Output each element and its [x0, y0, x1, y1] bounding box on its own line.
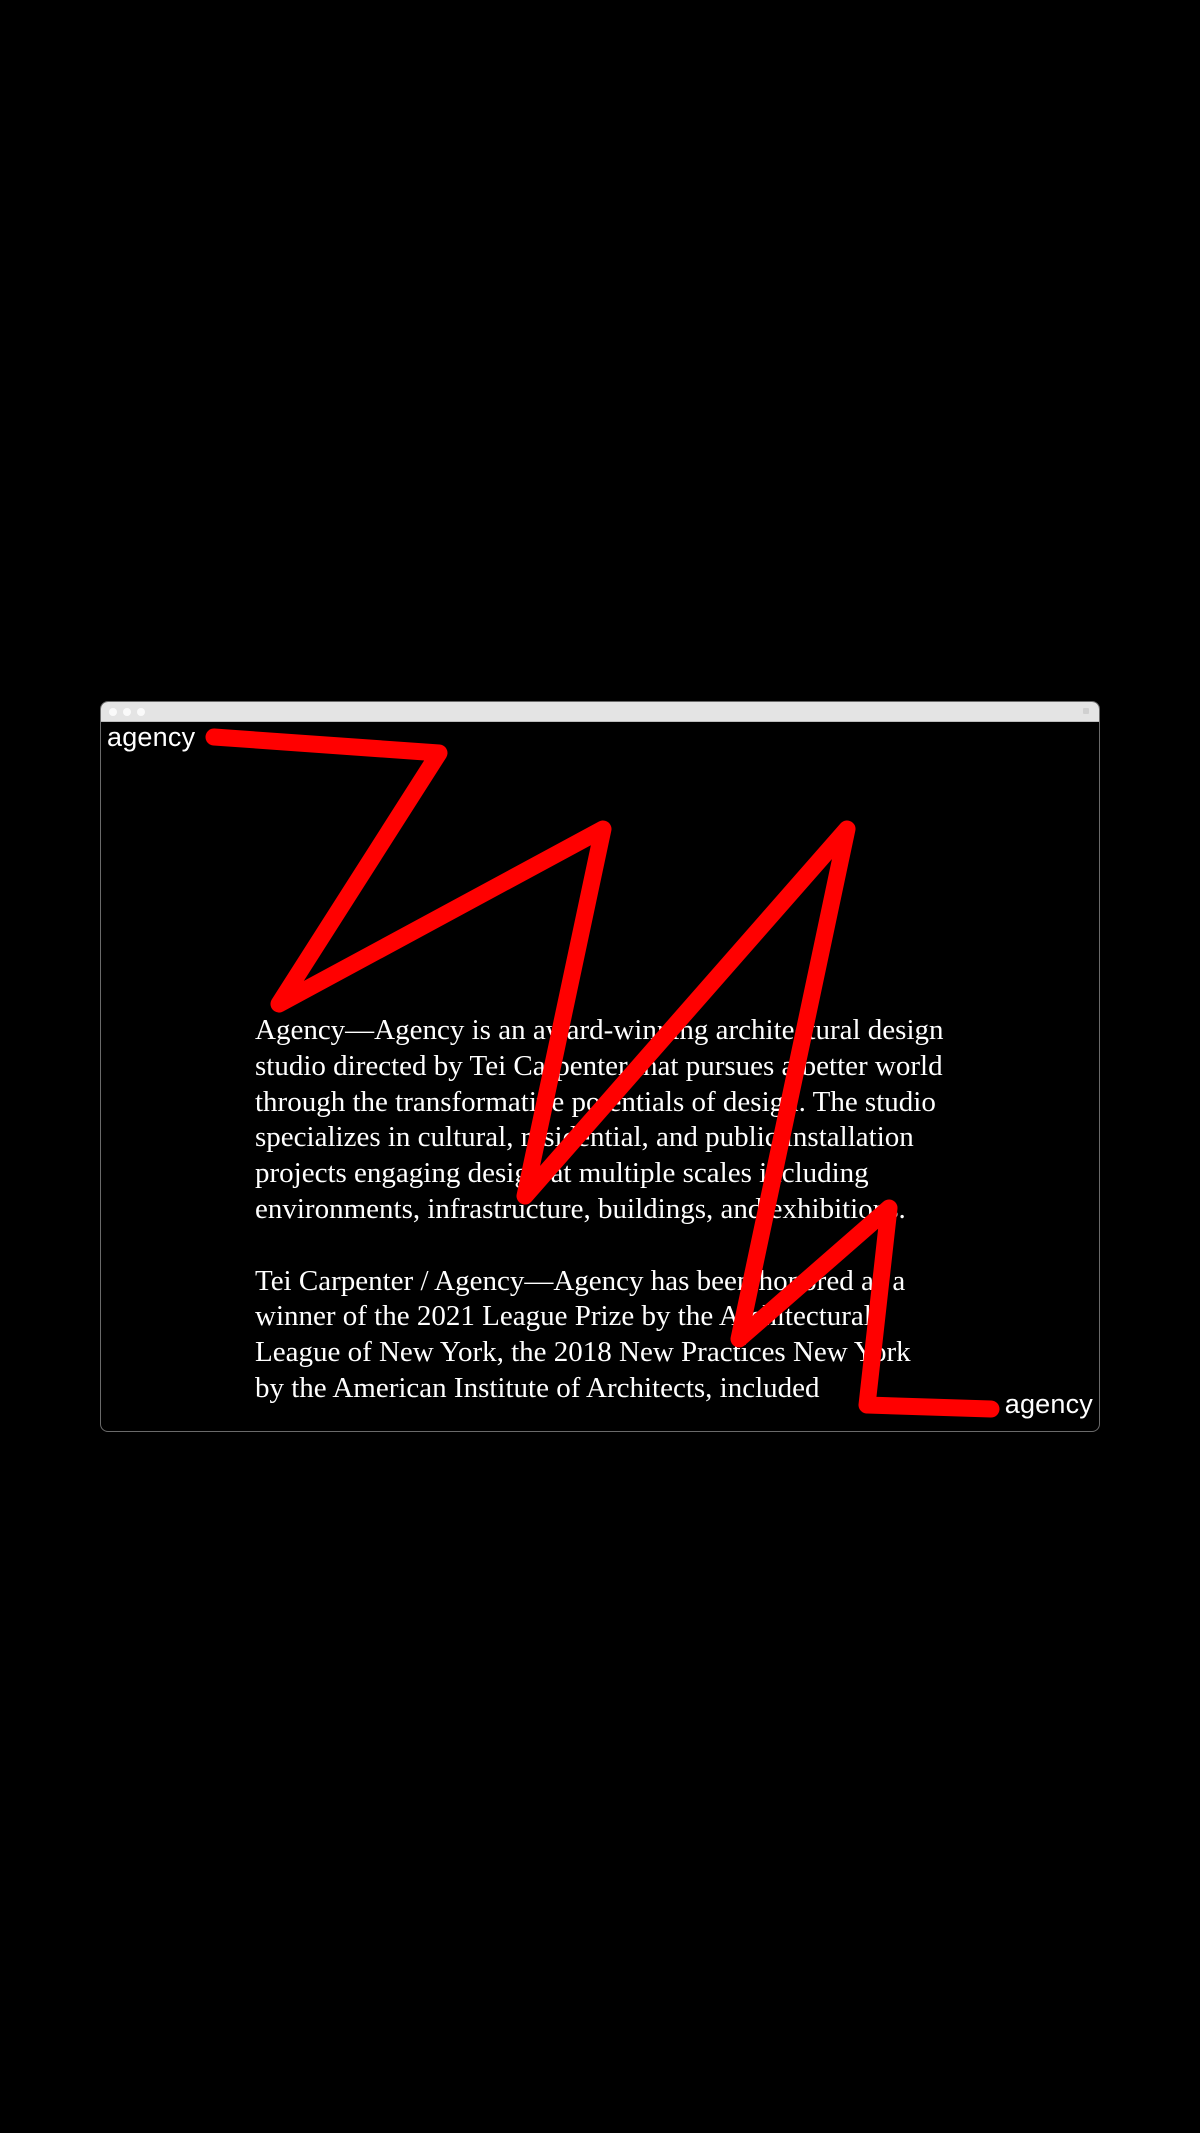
- about-text: Agency—Agency is an award-winning archit…: [255, 1013, 945, 1431]
- close-window-button[interactable]: [109, 708, 117, 716]
- about-paragraph-2: Tei Carpenter / Agency—Agency has been h…: [255, 1264, 911, 1404]
- agency-logo-top[interactable]: agency: [107, 724, 195, 751]
- agency-logo-bottom[interactable]: agency: [1005, 1391, 1093, 1418]
- zoom-window-button[interactable]: [137, 708, 145, 716]
- window-titlebar: [101, 702, 1099, 722]
- browser-window: agency Agency—Agency is an award-winning…: [100, 701, 1100, 1432]
- minimize-window-button[interactable]: [123, 708, 131, 716]
- window-resize-icon[interactable]: [1083, 708, 1089, 714]
- page-content[interactable]: agency Agency—Agency is an award-winning…: [101, 722, 1099, 1431]
- about-paragraph-1: Agency—Agency is an award-winning archit…: [255, 1014, 944, 1225]
